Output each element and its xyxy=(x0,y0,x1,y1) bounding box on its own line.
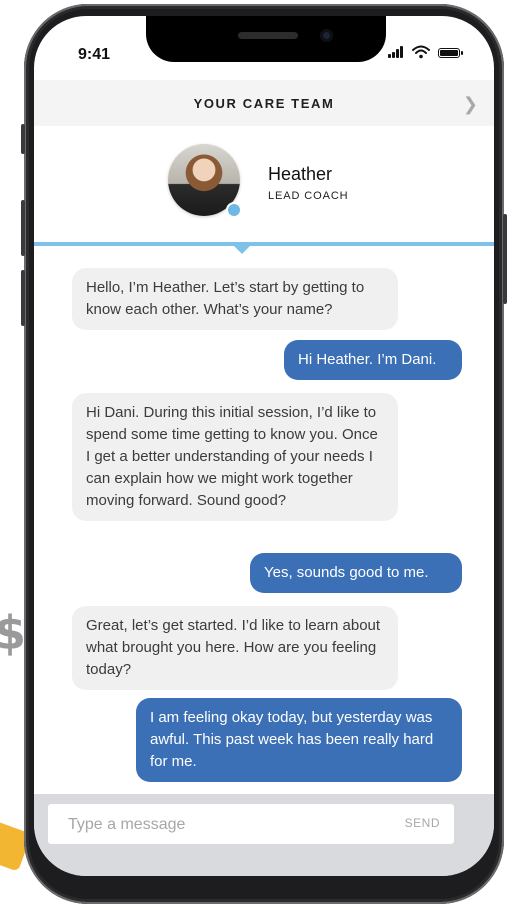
message-user: Yes, sounds good to me. xyxy=(250,553,462,593)
message-input[interactable] xyxy=(66,814,370,836)
message-user: Hi Heather. I’m Dani. xyxy=(284,340,462,380)
phone-mute-switch xyxy=(21,124,25,154)
header-title: YOUR CARE TEAM xyxy=(193,95,335,111)
camera-icon xyxy=(320,29,333,42)
phone-power-button xyxy=(503,214,507,304)
coach-role: LEAD COACH xyxy=(268,190,349,202)
message-user: I am feeling okay today, but yesterday w… xyxy=(136,698,462,782)
background-glyph-icon: $ xyxy=(0,606,27,660)
online-status-icon xyxy=(226,202,242,218)
signal-icon xyxy=(388,46,404,58)
wifi-icon xyxy=(412,45,430,59)
care-team-header[interactable]: YOUR CARE TEAM ❯ xyxy=(34,80,494,126)
coach-name: Heather xyxy=(268,164,333,184)
message-composer: SEND xyxy=(34,794,494,876)
status-time: 9:41 xyxy=(78,46,111,63)
phone-screen: 9:41 YOUR CARE TEAM ❯ Heather LEAD COACH… xyxy=(34,16,494,876)
message-coach: Hello, I’m Heather. Let’s start by getti… xyxy=(72,268,398,330)
phone-volume-up xyxy=(21,200,25,256)
notch xyxy=(146,16,386,62)
message-coach: Great, let’s get started. I’d like to le… xyxy=(72,606,398,690)
battery-icon xyxy=(438,48,463,58)
speaker-grille xyxy=(238,32,298,39)
message-field[interactable]: SEND xyxy=(48,804,454,844)
header-divider xyxy=(34,242,494,246)
phone-volume-down xyxy=(21,270,25,326)
message-coach: Hi Dani. During this initial session, I’… xyxy=(72,393,398,521)
coach-profile[interactable]: Heather LEAD COACH xyxy=(168,144,428,228)
send-button[interactable]: SEND xyxy=(405,816,440,830)
divider-caret-icon xyxy=(234,246,250,254)
chevron-right-icon[interactable]: ❯ xyxy=(463,94,478,115)
status-icons xyxy=(388,45,468,62)
